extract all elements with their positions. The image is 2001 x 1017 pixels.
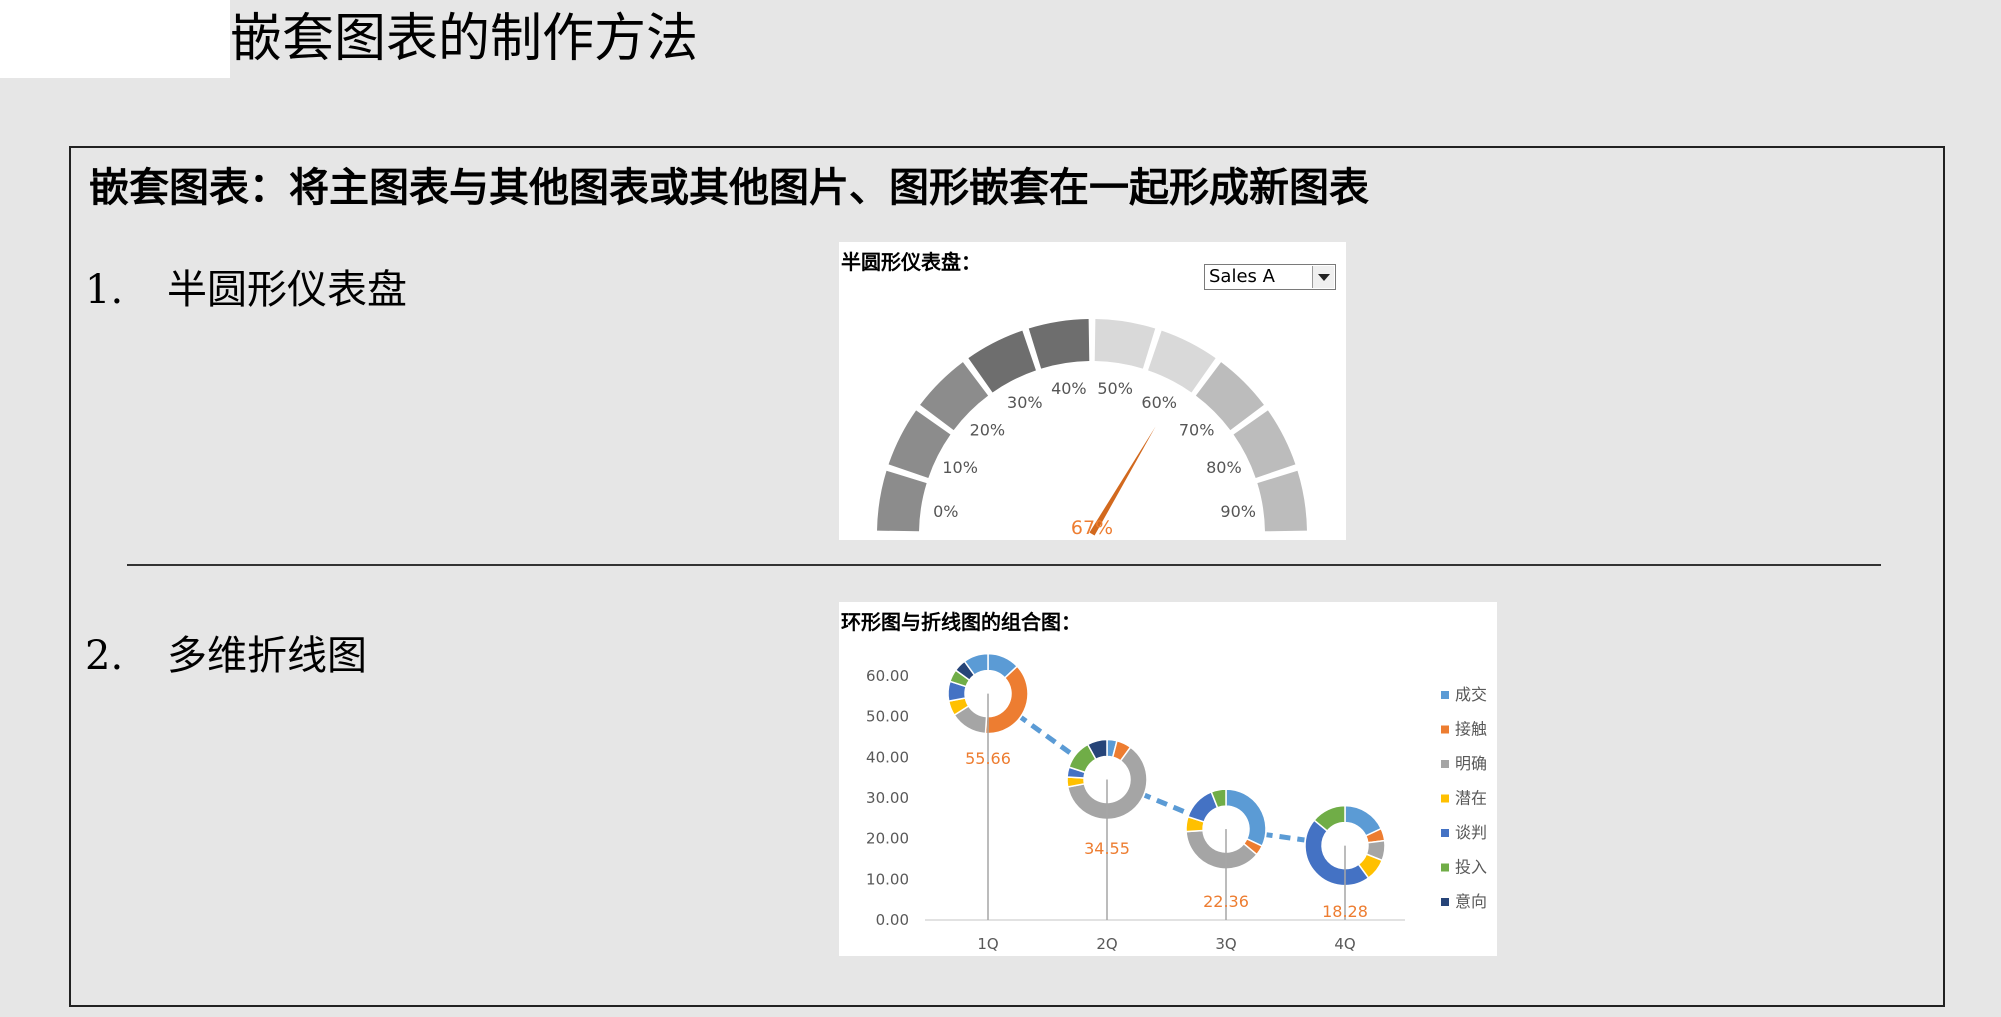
gauge-segment — [1094, 319, 1156, 369]
gauge-segment — [1257, 470, 1307, 532]
page-title: 嵌套图表的制作方法 — [230, 9, 699, 69]
header-tab — [0, 0, 230, 78]
y-tick-label: 30.00 — [866, 789, 909, 807]
gauge-tick-label: 90% — [1220, 502, 1256, 521]
gauge-tick-label: 40% — [1051, 379, 1087, 398]
item-1-number: 1. — [85, 267, 124, 313]
legend-label: 明确 — [1455, 754, 1487, 773]
legend-swatch — [1441, 760, 1449, 768]
gauge-tick-label: 30% — [1007, 393, 1043, 412]
gauge-tick-label: 10% — [942, 458, 978, 477]
item-1-label: 半圆形仪表盘 — [167, 267, 407, 313]
legend-swatch — [1441, 794, 1449, 803]
gauge-tick-label: 20% — [970, 420, 1006, 439]
gauge-value-label: 67% — [1071, 517, 1113, 539]
gauge-segment — [1028, 319, 1090, 369]
legend-label: 投入 — [1455, 858, 1487, 877]
legend-label: 潜在 — [1455, 789, 1487, 808]
gauge-tick-label: 0% — [933, 502, 958, 521]
legend-swatch — [1441, 898, 1449, 906]
gauge-tick-label: 70% — [1179, 420, 1215, 439]
legend-swatch — [1441, 691, 1449, 699]
gauge-tick-label: 80% — [1206, 458, 1242, 477]
combo-chart-panel: 环形图与折线图的组合图： 0.00 10.00 20.00 30.00 40.00 50.… — [839, 602, 1497, 956]
data-value-label: 22.36 — [1203, 892, 1249, 911]
section-divider — [127, 564, 1881, 566]
legend-swatch — [1441, 725, 1449, 734]
item-2-label: 多维折线图 — [167, 633, 367, 679]
legend-swatch — [1441, 863, 1449, 872]
y-tick-label: 10.00 — [866, 870, 909, 888]
legend-label: 意向 — [1455, 892, 1487, 911]
frame-heading: 嵌套图表：将主图表与其他图表或其他图片、图形嵌套在一起形成新图表 — [89, 165, 1369, 211]
data-value-label: 18.28 — [1322, 902, 1368, 921]
x-tick-label: 3Q — [1215, 935, 1236, 953]
x-tick-label: 2Q — [1096, 935, 1117, 953]
y-tick-label: 60.00 — [866, 667, 909, 685]
gauge-tick-label: 60% — [1141, 393, 1177, 412]
data-value-label: 55.66 — [965, 749, 1011, 768]
legend-label: 接触 — [1455, 720, 1487, 739]
gauge-segment — [877, 470, 927, 532]
y-tick-label: 50.00 — [866, 708, 909, 726]
y-tick-label: 20.00 — [866, 830, 909, 848]
legend-swatch — [1441, 829, 1449, 837]
y-tick-label: 40.00 — [866, 748, 909, 766]
x-tick-label: 1Q — [977, 935, 998, 953]
data-value-label: 34.55 — [1084, 839, 1130, 858]
gauge-tick-label: 50% — [1097, 379, 1133, 398]
gauge-chart-panel: 半圆形仪表盘： Sales A 0% 10% 20% 30% 40% 50% 60% 70% 8… — [839, 242, 1346, 540]
content-frame: 嵌套图表：将主图表与其他图表或其他图片、图形嵌套在一起形成新图表 1. 半圆形仪… — [69, 146, 1945, 1007]
gauge-chart: 0% 10% 20%30% 40% 50% 60%70% 80% 90% 67% — [877, 319, 1307, 539]
legend-label: 谈判 — [1455, 823, 1487, 842]
combo-chart: 0.00 10.00 20.00 30.00 40.00 50.00 60.00 1Q 2Q 3Q… — [866, 652, 1487, 953]
y-tick-label: 0.00 — [876, 911, 909, 929]
item-2-number: 2. — [85, 633, 124, 679]
x-tick-label: 4Q — [1334, 935, 1355, 953]
legend-label: 成交 — [1455, 685, 1487, 704]
